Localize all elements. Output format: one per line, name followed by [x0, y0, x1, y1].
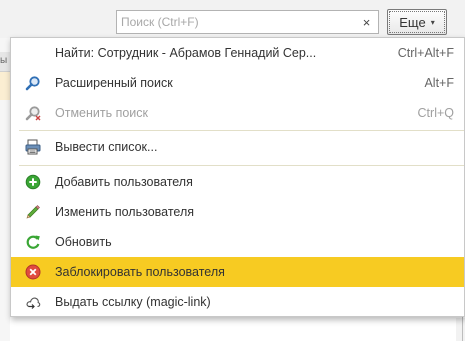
menu-item-label: Отменить поиск — [55, 106, 149, 120]
menu-item-output-list[interactable]: Вывести список... — [11, 132, 464, 162]
menu-item-shortcut: Ctrl+Alt+F — [397, 46, 454, 60]
column-header-fragment: ы — [0, 55, 8, 66]
menu-item-cancel-search[interactable]: Отменить поиск Ctrl+Q — [11, 98, 464, 128]
chevron-down-icon: ▾ — [430, 17, 435, 27]
menu-item-label: Обновить — [55, 235, 112, 249]
menu-item-edit-user[interactable]: Изменить пользователя — [11, 197, 464, 227]
close-icon: × — [362, 14, 371, 30]
menu-item-refresh[interactable]: Обновить — [11, 227, 464, 257]
refresh-icon — [25, 234, 41, 250]
menu-item-add-user[interactable]: Добавить пользователя — [11, 167, 464, 197]
menu-item-issue-magic-link[interactable]: Выдать ссылку (magic-link) — [11, 287, 464, 317]
menu-item-label: Найти: Сотрудник - Абрамов Геннадий Сер.… — [55, 46, 317, 60]
scrollbar-area — [456, 318, 465, 341]
more-actions-menu: Найти: Сотрудник - Абрамов Геннадий Сер.… — [10, 37, 465, 317]
search-field[interactable] — [116, 10, 356, 34]
clear-search-button[interactable]: × — [355, 10, 379, 34]
print-list-icon — [25, 139, 41, 155]
block-icon — [25, 264, 41, 280]
more-button-label: Еще — [399, 14, 426, 30]
edit-pencil-icon — [25, 204, 41, 220]
menu-separator — [19, 165, 464, 166]
search-input[interactable] — [117, 11, 355, 33]
add-icon — [25, 174, 41, 190]
menu-separator — [19, 130, 464, 131]
menu-item-shortcut: Alt+F — [424, 76, 454, 90]
search-icon — [25, 75, 41, 91]
menu-item-label: Вывести список... — [55, 140, 158, 154]
more-button[interactable]: Еще ▾ — [387, 9, 447, 35]
list-row-highlight — [0, 72, 10, 100]
link-icon — [25, 294, 41, 310]
menu-item-label: Добавить пользователя — [55, 175, 193, 189]
menu-item-label: Заблокировать пользователя — [55, 265, 225, 279]
menu-item-label: Изменить пользователя — [55, 205, 195, 219]
menu-item-block-user[interactable]: Заблокировать пользователя — [11, 257, 464, 287]
cancel-search-icon — [25, 105, 41, 121]
menu-item-shortcut: Ctrl+Q — [417, 106, 454, 120]
menu-item-advanced-search[interactable]: Расширенный поиск Alt+F — [11, 68, 464, 98]
menu-item-label: Расширенный поиск — [55, 76, 173, 90]
menu-item-label: Выдать ссылку (magic-link) — [55, 295, 211, 309]
menu-item-find-employee[interactable]: Найти: Сотрудник - Абрамов Геннадий Сер.… — [11, 38, 464, 68]
